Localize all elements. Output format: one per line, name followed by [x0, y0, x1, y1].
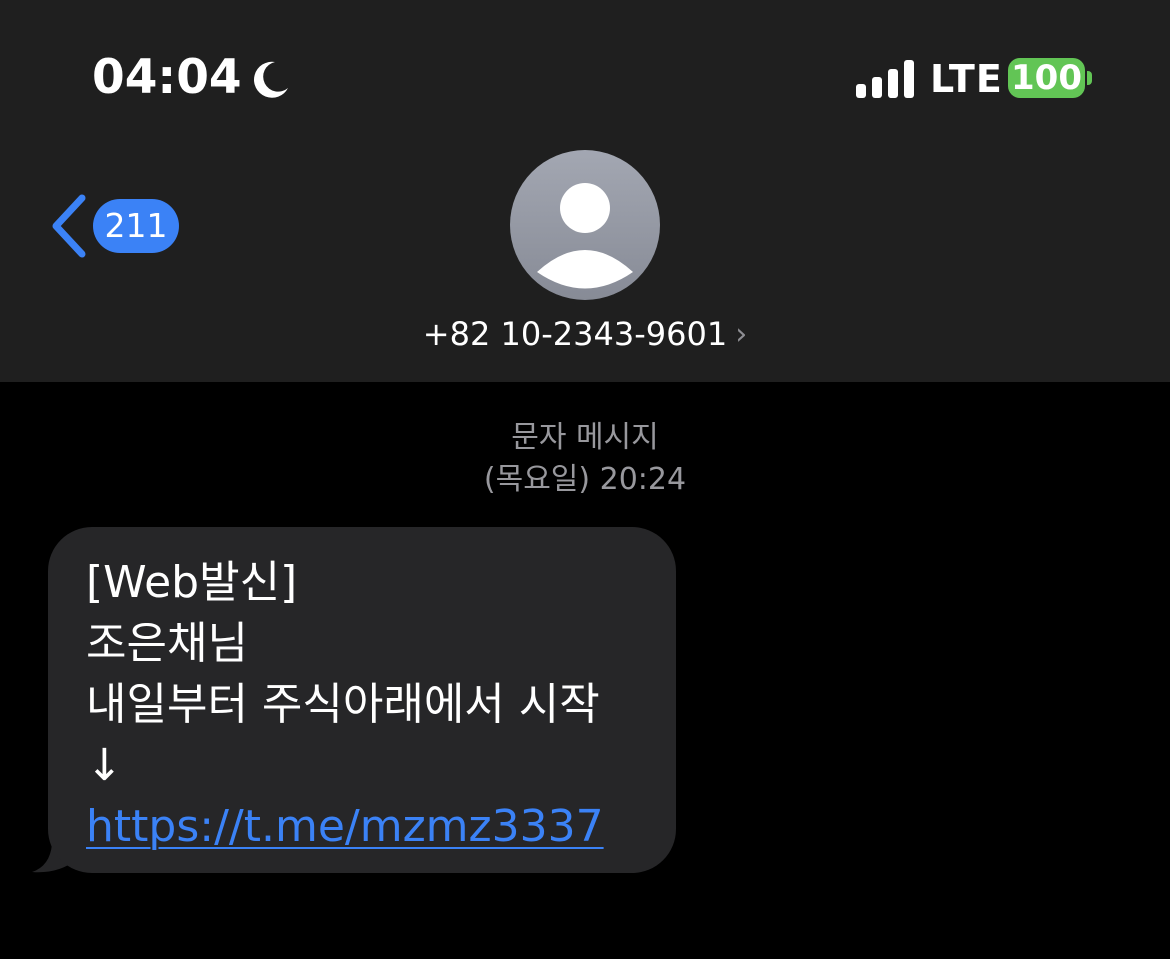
- message-body: [Web발신] 조은채님 내일부터 주식아래에서 시작 ↓ https://t.…: [86, 552, 666, 857]
- message-line: 내일부터 주식아래에서 시작: [86, 679, 600, 730]
- chevron-right-icon: ›: [735, 317, 748, 352]
- conversation-header: 04:04 LTE 100 211 +82 10-2343-9601 ›: [0, 0, 1170, 382]
- network-type: LTE: [930, 57, 1003, 101]
- message-timestamp: (목요일) 20:24: [483, 462, 687, 497]
- chevron-left-icon: [52, 194, 86, 258]
- person-placeholder-icon: [537, 183, 633, 289]
- cellular-signal-icon: [856, 60, 914, 98]
- moon-icon: [254, 61, 288, 98]
- message-line: [Web발신]: [86, 557, 298, 608]
- battery-cap: [1087, 71, 1092, 85]
- message-type-label: 문자 메시지: [511, 420, 659, 455]
- message-line: ↓: [86, 740, 123, 791]
- unread-count-badge: 211: [93, 199, 179, 253]
- battery-indicator: 100: [1008, 58, 1085, 98]
- contact-name-button[interactable]: +82 10-2343-9601 ›: [0, 312, 1170, 357]
- contact-avatar[interactable]: [510, 150, 660, 300]
- status-time: 04:04: [92, 50, 242, 105]
- message-line: 조은채님: [86, 618, 248, 669]
- back-button[interactable]: 211: [46, 192, 186, 260]
- contact-number: +82 10-2343-9601: [422, 315, 728, 353]
- message-link[interactable]: https://t.me/mzmz3337: [86, 796, 666, 857]
